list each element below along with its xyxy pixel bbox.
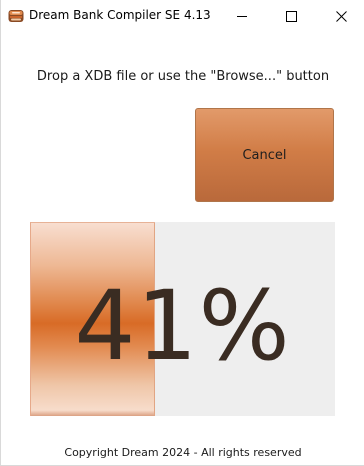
title-bar[interactable]: Dream Bank Compiler SE 4.13 bbox=[1, 0, 364, 32]
cancel-button[interactable]: Cancel bbox=[195, 108, 334, 202]
maximize-icon bbox=[285, 10, 297, 22]
copyright-text: Copyright Dream 2024 - All rights reserv… bbox=[64, 446, 302, 459]
progress-percent-label: 41% bbox=[74, 270, 291, 382]
minimize-button[interactable] bbox=[219, 0, 265, 32]
window-title: Dream Bank Compiler SE 4.13 bbox=[29, 8, 211, 22]
maximize-button[interactable] bbox=[268, 0, 314, 32]
close-icon bbox=[335, 10, 347, 22]
app-logo-icon bbox=[8, 8, 24, 24]
close-button[interactable] bbox=[318, 0, 364, 32]
minimize-icon bbox=[237, 11, 247, 21]
progress-bar: 41% bbox=[30, 222, 335, 416]
app-window: Dream Bank Compiler SE 4.13 Drop a XDB f… bbox=[0, 0, 364, 466]
drop-instruction-text: Drop a XDB file or use the "Browse..." b… bbox=[36, 69, 330, 84]
